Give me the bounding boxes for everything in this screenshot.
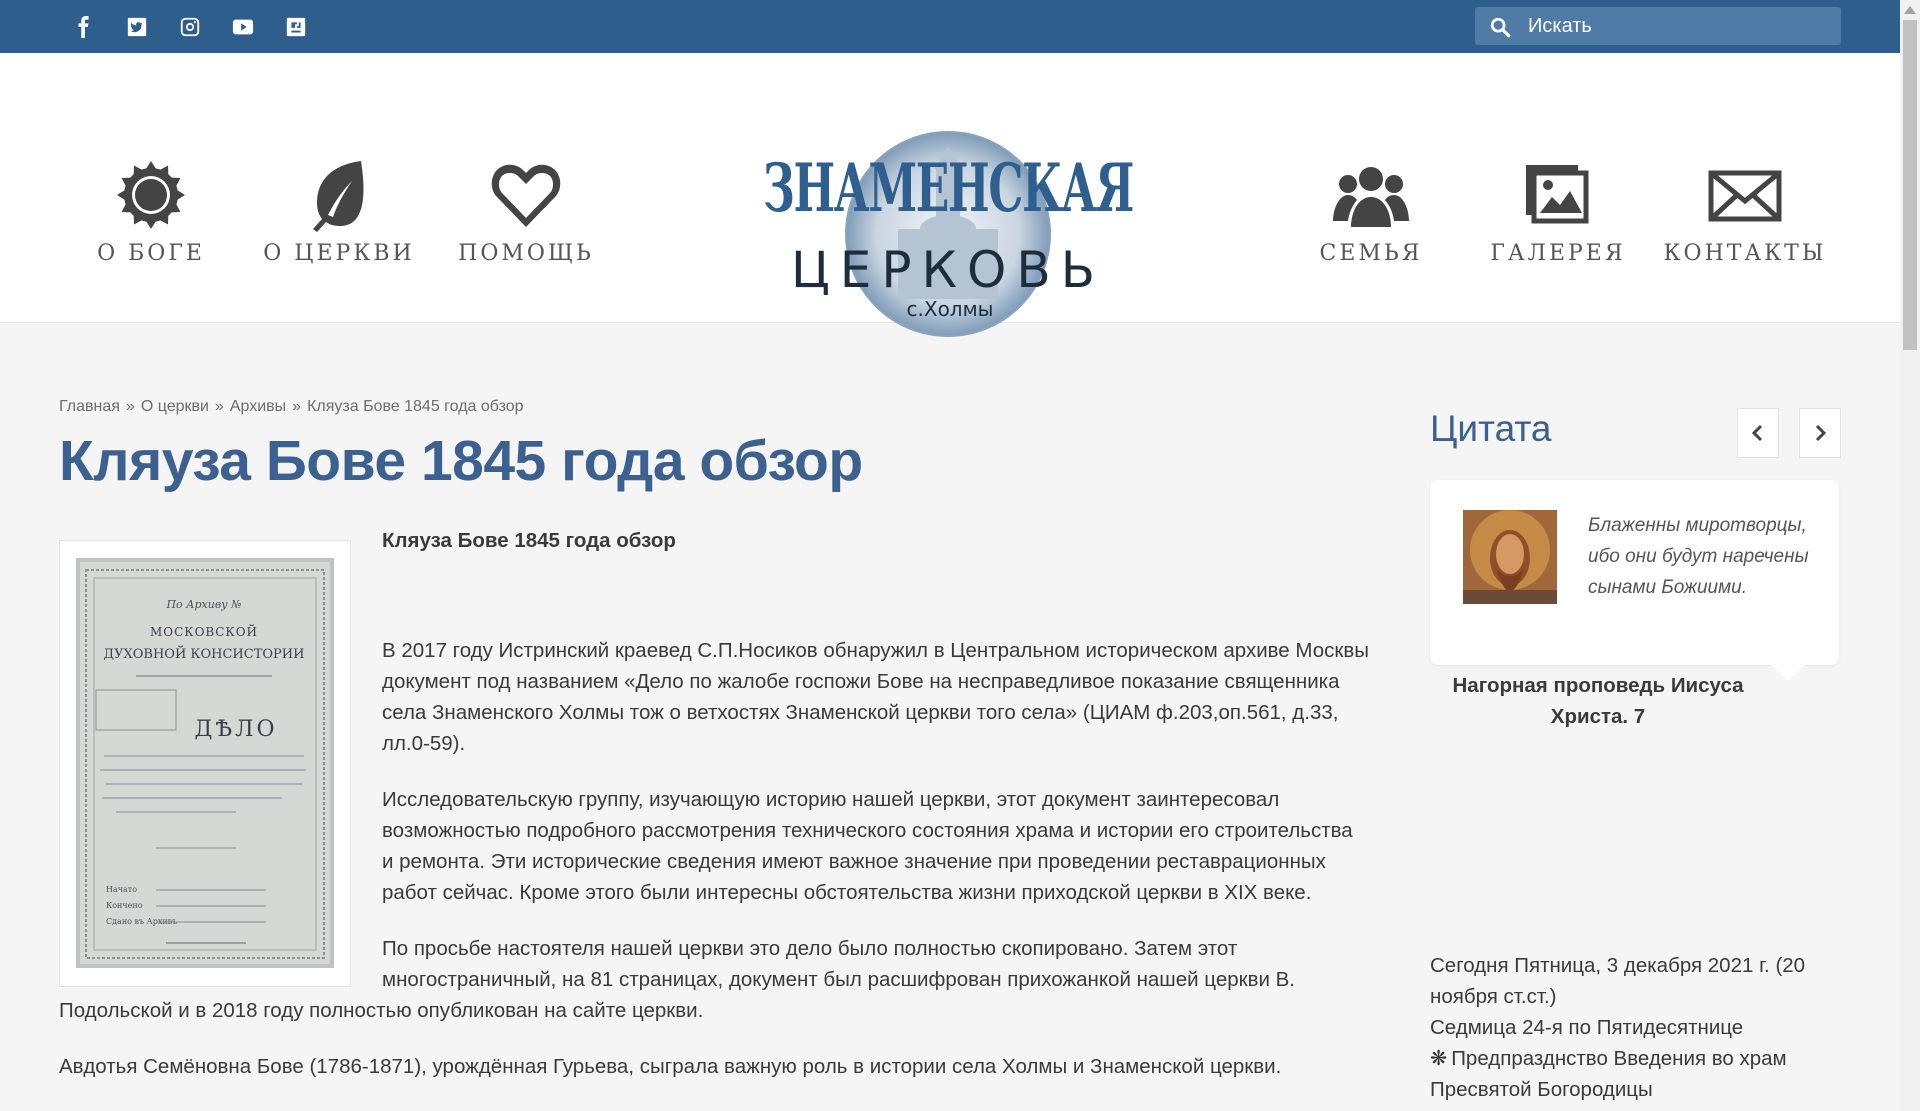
- calendar-today: Сегодня Пятница, 3 декабря 2021 г. (20 н…: [1430, 950, 1860, 1105]
- nav-item-help[interactable]: ПОМОЩЬ: [431, 157, 621, 266]
- nav-item-about-church[interactable]: О ЦЕРКВИ: [244, 157, 434, 266]
- search-box[interactable]: [1475, 7, 1841, 45]
- article-body: Кляуза Бове 1845 года обзор В 2017 году …: [59, 525, 1369, 1107]
- nav-label: СЕМЬЯ: [1319, 241, 1423, 266]
- search-icon: [1490, 17, 1511, 38]
- quote-text: Блаженны миротворцы, ибо они будут нареч…: [1588, 515, 1809, 598]
- scroll-thumb[interactable]: [1903, 20, 1917, 350]
- logo-line1: ЗНАМЕНСКАЯ: [763, 149, 1133, 227]
- envelope-icon: [1708, 170, 1782, 222]
- twitter-icon[interactable]: [124, 14, 150, 40]
- quote-prev-button[interactable]: [1737, 408, 1779, 458]
- page-title: Кляуза Бове 1845 года обзор: [59, 429, 863, 493]
- nav-label: ГАЛЕРЕЯ: [1490, 241, 1626, 266]
- leaf-icon: [313, 161, 364, 232]
- breadcrumb-home[interactable]: Главная: [59, 398, 120, 415]
- feast-star-icon: ❋: [1430, 1047, 1448, 1070]
- quote-next-button[interactable]: [1799, 408, 1841, 458]
- chevron-left-icon: [1751, 424, 1763, 442]
- today-week: Седмица 24-я по Пятидесятнице: [1430, 1016, 1744, 1039]
- logo-line2: ЦЕРКОВЬ: [791, 241, 1105, 299]
- nav-label: ПОМОЩЬ: [458, 241, 594, 266]
- nav-item-contacts[interactable]: КОНТАКТЫ: [1650, 157, 1840, 266]
- today-feast[interactable]: ❋ Предпразднство Введения во храм Пресвят…: [1430, 1043, 1860, 1105]
- site-header: О БОГЕ О ЦЕРКВИ ПОМОЩЬ ЗНАМЕНСКАЯ ЦЕРКОВ…: [0, 53, 1900, 337]
- nav-item-gallery[interactable]: ГАЛЕРЕЯ: [1463, 157, 1653, 266]
- chevron-right-icon: [1815, 424, 1827, 442]
- page-scrollbar[interactable]: [1900, 0, 1920, 1111]
- breadcrumb-about-church[interactable]: О церкви: [141, 398, 209, 415]
- quote-widget-title: Цитата: [1430, 408, 1552, 449]
- instagram-icon[interactable]: [177, 14, 203, 40]
- nav-label: О ЦЕРКВИ: [263, 241, 415, 266]
- quote-card: Блаженны миротворцы, ибо они будут нареч…: [1430, 480, 1839, 681]
- family-icon: [1333, 167, 1409, 227]
- feast-label: Предпразднство Введения во храм Пресвято…: [1430, 1047, 1787, 1101]
- facebook-icon[interactable]: [71, 14, 97, 40]
- site-logo[interactable]: ЗНАМЕНСКАЯ ЦЕРКОВЬ с.Холмы: [758, 129, 1138, 339]
- nav-label: О БОГЕ: [97, 241, 205, 266]
- breadcrumb-archives[interactable]: Архивы: [230, 398, 286, 415]
- logo-line3: с.Холмы: [907, 297, 994, 321]
- nav-item-about-god[interactable]: О БОГЕ: [56, 157, 246, 266]
- icon-of-christ-image: [1463, 510, 1557, 604]
- search-input[interactable]: [1528, 7, 1828, 45]
- gallery-icon: [1526, 165, 1589, 224]
- sun-icon: [117, 161, 185, 229]
- scroll-up-arrow[interactable]: [1904, 6, 1916, 14]
- quote-source: Нагорная проповедь Иисуса Христа. 7: [1452, 674, 1744, 728]
- breadcrumb-current: Кляуза Бове 1845 года обзор: [307, 398, 524, 415]
- top-bar: [0, 0, 1900, 53]
- nav-label: КОНТАКТЫ: [1663, 241, 1827, 266]
- odnoklassniki-icon[interactable]: [283, 14, 309, 40]
- article-paragraph: Авдотья Семёновна Бове (1786-1871), урож…: [59, 1055, 1282, 1078]
- breadcrumb: Главная» О церкви» Архивы» Кляуза Бове 1845…: [59, 398, 524, 415]
- today-date: Сегодня Пятница, 3 декабря 2021 г. (20 н…: [1430, 954, 1806, 1008]
- nav-item-family[interactable]: СЕМЬЯ: [1276, 157, 1466, 266]
- youtube-icon[interactable]: [230, 14, 256, 40]
- heart-icon: [491, 164, 561, 227]
